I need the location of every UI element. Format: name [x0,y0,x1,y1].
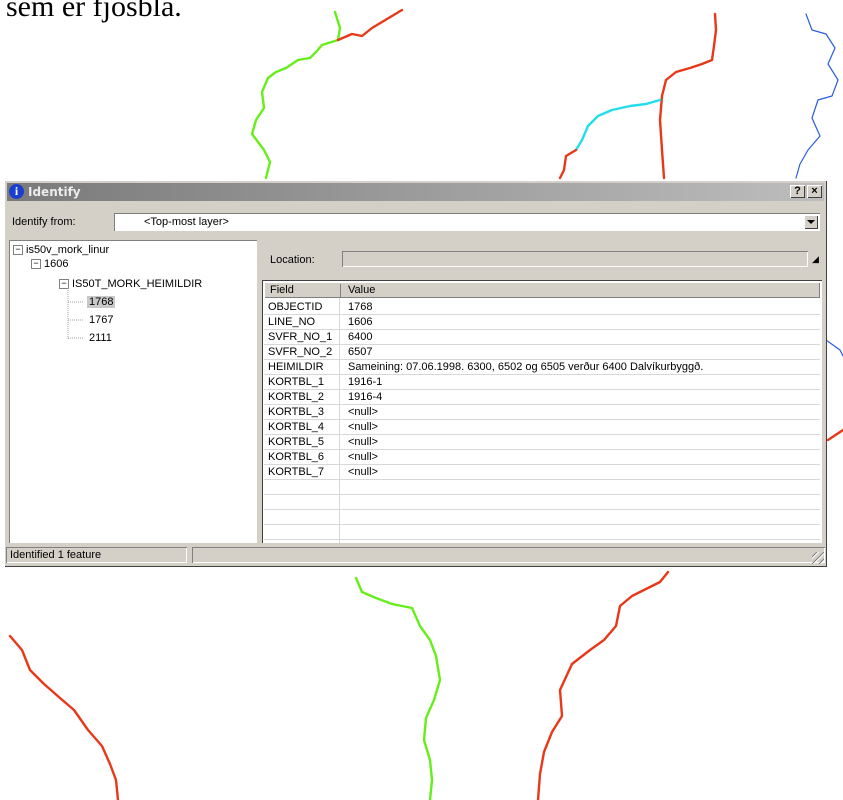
field-cell: SVFR_NO_1 [268,331,333,343]
value-cell: <null> [348,466,378,478]
table-row[interactable]: OBJECTID 1768 [264,300,820,315]
title-bar[interactable]: i Identify ? × [7,183,824,201]
red-line-top [336,8,404,42]
status-panel-main: Identified 1 feature [6,547,187,563]
field-cell: KORTBL_6 [268,451,325,463]
column-divider[interactable] [340,284,341,298]
empty-row [264,495,820,510]
table-row[interactable]: KORTBL_7 <null> [264,465,820,480]
table-row[interactable]: KORTBL_5 <null> [264,435,820,450]
red-line-right [658,12,718,180]
empty-row [264,480,820,495]
red-line-edge [826,428,843,442]
table-row[interactable]: LINE_NO 1606 [264,315,820,330]
grid-header: Field Value [264,282,820,298]
field-cell: HEIMILDIR [268,361,324,373]
value-cell: <null> [348,451,378,463]
table-row[interactable]: KORTBL_4 <null> [264,420,820,435]
blue-line-edge [825,339,843,357]
field-cell: KORTBL_7 [268,466,325,478]
tree-item-label: 2111 [89,332,112,344]
value-cell: 1768 [348,301,373,313]
green-line-top [250,10,342,180]
red-line-mid [558,148,578,180]
identify-from-dropdown[interactable]: <Top-most layer> [114,213,820,231]
resize-grip-icon[interactable] [812,552,824,564]
help-button[interactable]: ? [790,185,805,198]
tree-item[interactable]: 1767 [89,313,113,327]
value-cell: <null> [348,421,378,433]
identify-from-label: Identify from: [12,216,76,228]
field-cell: KORTBL_4 [268,421,325,433]
table-row[interactable]: SVFR_NO_1 6400 [264,330,820,345]
value-cell: 6400 [348,331,373,343]
caption-text: sem er fjósbla. [6,0,182,23]
tree-item[interactable]: 2111 [89,331,112,345]
field-cell: KORTBL_1 [268,376,325,388]
dialog-title: Identify [28,185,81,199]
red-line-bottom-left [8,634,120,800]
identify-from-value: <Top-most layer> [144,216,229,228]
attribute-grid[interactable]: Field Value OBJECTID 1768 LINE_NO 1606 SVF… [262,280,822,543]
value-cell: <null> [348,406,378,418]
red-line-bottom-right [536,570,670,800]
location-menu-icon[interactable]: ◢ [812,251,821,267]
status-bar: Identified 1 feature [6,546,825,565]
empty-row [264,525,820,540]
location-field[interactable] [342,251,808,267]
value-column-header[interactable]: Value [348,284,375,296]
green-line-bottom [354,576,442,800]
table-row[interactable]: HEIMILDIR Sameining: 07.06.1998. 6300, 65… [264,360,820,375]
field-cell: OBJECTID [268,301,323,313]
empty-row [264,510,820,525]
field-cell: SVFR_NO_2 [268,346,333,358]
field-column-header[interactable]: Field [270,284,294,296]
details-panel: Location: ◢ Field Value OBJECTID 1768 LIN… [260,240,822,543]
table-row[interactable]: KORTBL_6 <null> [264,450,820,465]
value-cell: 1606 [348,316,373,328]
cyan-line [574,98,662,152]
info-icon: i [9,184,24,199]
tree-item-label: 1767 [89,314,114,326]
location-label: Location: [270,254,315,266]
field-cell: LINE_NO [268,316,316,328]
value-cell: Sameining: 07.06.1998. 6300, 6502 og 650… [348,361,704,373]
value-cell: <null> [348,436,378,448]
value-cell: 1916-1 [348,376,383,388]
status-text: Identified 1 feature [10,549,102,561]
table-row[interactable]: KORTBL_2 1916-4 [264,390,820,405]
field-cell: KORTBL_5 [268,436,325,448]
tree-item-label-selected: 1768 [87,296,116,308]
feature-tree[interactable]: − is50v_mork_linur −1606 − IS50T_MORK_HEIM… [9,240,257,543]
chevron-down-icon[interactable] [804,215,818,229]
tree-item[interactable]: 1768 [87,295,116,309]
blue-line-right [795,13,839,179]
value-cell: 6507 [348,346,373,358]
table-row[interactable]: KORTBL_1 1916-1 [264,375,820,390]
field-cell: KORTBL_2 [268,391,325,403]
close-button[interactable]: × [807,185,822,198]
identify-dialog[interactable]: i Identify ? × Identify from: <Top-most … [4,180,827,567]
field-cell: KORTBL_3 [268,406,325,418]
status-panel-secondary [192,547,825,563]
value-cell: 1916-4 [348,391,383,403]
table-row[interactable]: SVFR_NO_2 6507 [264,345,820,360]
table-row[interactable]: KORTBL_3 <null> [264,405,820,420]
